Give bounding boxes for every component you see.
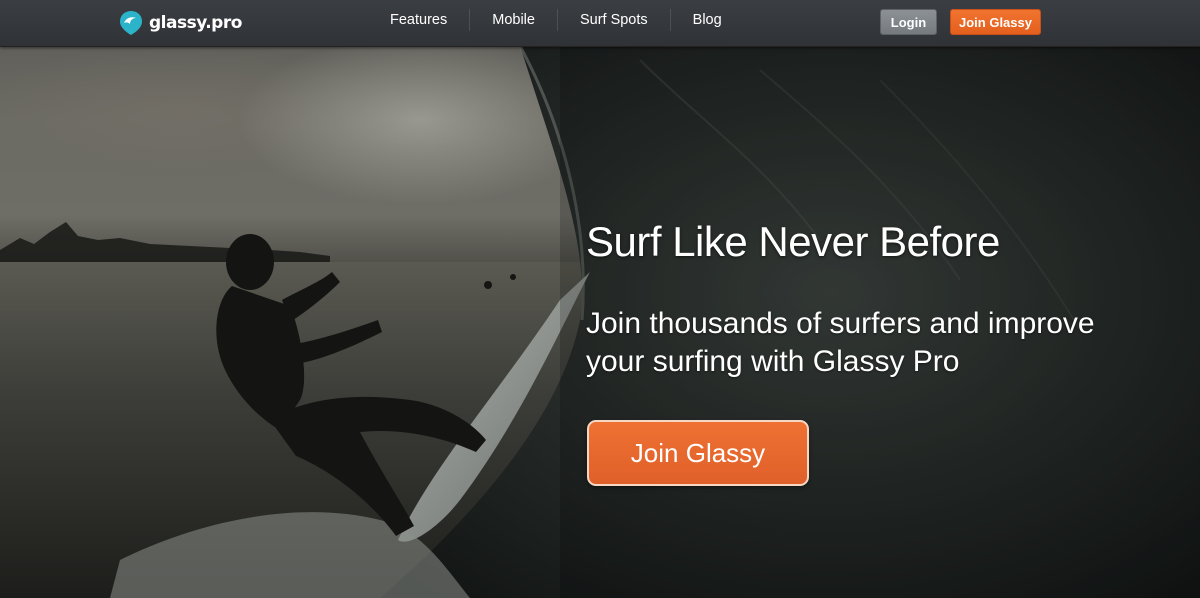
join-glassy-cta-button[interactable]: Join Glassy: [587, 420, 809, 486]
hero-background-image: [0, 0, 1200, 598]
main-nav: Features Mobile Surf Spots Blog: [374, 0, 744, 40]
nav-link-features[interactable]: Features: [374, 9, 471, 31]
landing-page: glassy.pro Features Mobile Surf Spots Bl…: [0, 0, 1200, 598]
nav-link-blog[interactable]: Blog: [671, 9, 744, 31]
login-button[interactable]: Login: [880, 9, 937, 35]
top-navbar: glassy.pro Features Mobile Surf Spots Bl…: [0, 0, 1200, 47]
brand-logo[interactable]: glassy.pro: [119, 9, 242, 37]
brand-name: glassy.pro: [149, 13, 242, 33]
nav-link-surf-spots[interactable]: Surf Spots: [558, 9, 671, 31]
hero-subheadline: Join thousands of surfers and improve yo…: [586, 307, 1095, 378]
join-glassy-nav-button[interactable]: Join Glassy: [950, 9, 1041, 35]
map-pin-wave-icon: [120, 11, 142, 35]
surfer-wave-photo: [0, 42, 1200, 598]
hero-headline: Surf Like Never Before: [586, 218, 1000, 265]
nav-link-mobile[interactable]: Mobile: [470, 9, 558, 31]
